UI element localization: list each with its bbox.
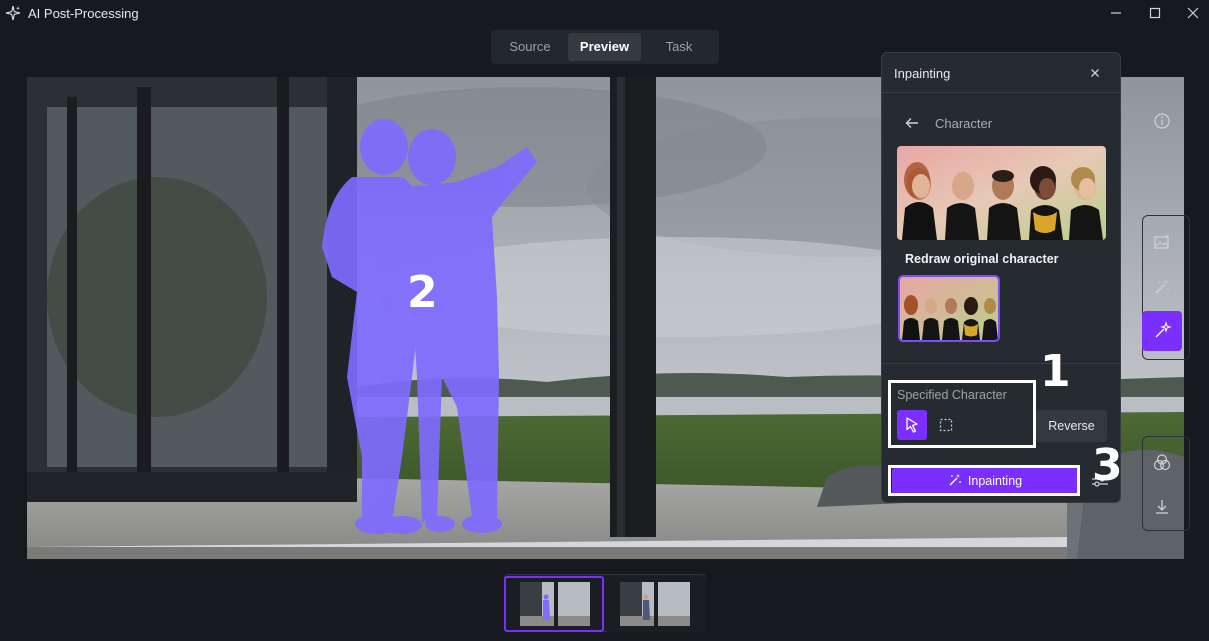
tab-preview[interactable]: Preview [568, 33, 641, 61]
breadcrumb: Character [935, 116, 993, 131]
annotation-box-inpaint [888, 465, 1080, 496]
filmstrip-item-preview-masked[interactable] [504, 576, 604, 632]
magic-wand-icon [1155, 280, 1169, 294]
close-icon[interactable] [1182, 3, 1204, 23]
filmstrip-item-preview-plain[interactable] [606, 576, 706, 632]
info-button[interactable] [1142, 101, 1182, 141]
thumbnail-image [506, 578, 602, 630]
annotation-1: 1 [1040, 346, 1071, 397]
divider [882, 92, 1120, 93]
reverse-button[interactable]: Reverse [1036, 410, 1107, 442]
tab-source[interactable]: Source [495, 33, 565, 61]
title-bar: AI Post-Processing [0, 0, 1209, 28]
sparkle-icon [5, 5, 21, 21]
character-preview-image [897, 146, 1106, 240]
thumbnail-image [606, 576, 706, 632]
app-title: AI Post-Processing [28, 6, 139, 21]
image-enhance-icon [1154, 234, 1169, 249]
annotation-2: 2 [407, 267, 438, 318]
character-thumbnail[interactable] [898, 275, 1000, 342]
tab-task[interactable]: Task [644, 33, 714, 61]
panel-title: Inpainting [894, 66, 951, 81]
download-button[interactable] [1142, 487, 1182, 527]
close-icon[interactable] [1085, 63, 1105, 83]
maximize-icon[interactable] [1144, 3, 1166, 23]
section-title: Redraw original character [905, 252, 1059, 266]
inpaint-tool-button[interactable] [1142, 311, 1182, 351]
color-blend-button[interactable] [1142, 443, 1182, 483]
annotation-3: 3 [1092, 440, 1123, 491]
color-blend-icon [1153, 454, 1171, 471]
minimize-icon[interactable] [1105, 3, 1127, 23]
inpaint-wand-icon [1155, 321, 1172, 338]
view-tabs: Source Preview Task [491, 30, 719, 64]
divider [882, 363, 1120, 364]
download-icon [1156, 500, 1168, 514]
info-icon [1154, 113, 1170, 129]
back-arrow-icon[interactable] [904, 115, 920, 131]
magic-wand-button[interactable] [1142, 267, 1182, 307]
image-enhance-button[interactable] [1142, 222, 1182, 262]
annotation-box-specified [888, 380, 1036, 448]
